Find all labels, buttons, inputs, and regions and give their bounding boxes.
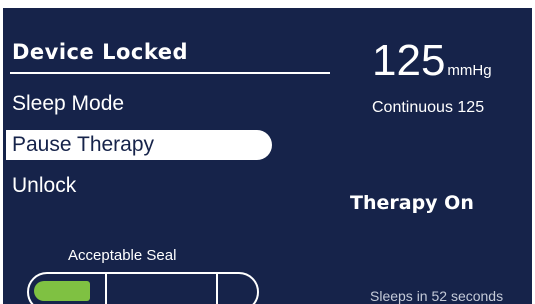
seal-label: Acceptable Seal [68,247,177,264]
menu-item-pause-therapy[interactable]: Pause Therapy [6,130,272,160]
menu-item-unlock[interactable]: Unlock [12,172,76,200]
menu-item-sleep-mode[interactable]: Sleep Mode [12,90,124,118]
screen-frame-left [0,0,3,304]
menu-title-divider [10,72,330,74]
sleep-timer: Sleeps in 52 seconds [370,288,504,304]
therapy-status: Therapy On [350,192,474,214]
pressure-value: 125 [372,36,446,85]
seal-gauge-divider [105,274,107,304]
seal-gauge-fill [34,281,90,301]
screen-frame-top [0,0,535,8]
seal-gauge [27,272,259,304]
menu-title: Device Locked [12,40,188,64]
seal-gauge-divider [216,274,218,304]
therapy-mode: Continuous 125 [372,99,485,116]
pressure-readout: 125 mmHg [372,36,492,86]
device-screen: Device Locked Sleep Mode Pause Therapy U… [0,0,535,304]
pressure-unit: mmHg [447,62,492,79]
